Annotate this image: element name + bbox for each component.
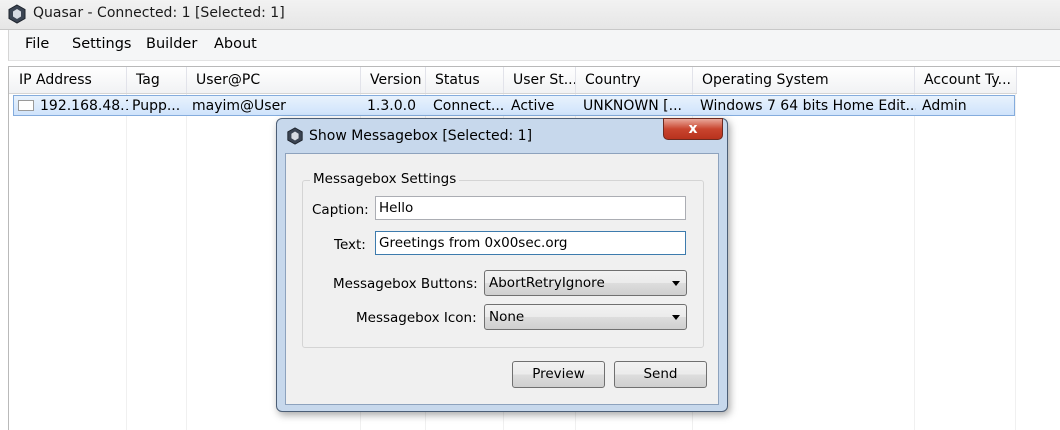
messagebox-icon-select[interactable]: None <box>484 304 687 330</box>
messagebox-dialog: Show Messagebox [Selected: 1] x Messageb… <box>276 118 728 412</box>
chevron-down-icon <box>672 315 680 320</box>
cell-os: Windows 7 64 bits Home Edit... <box>700 98 916 114</box>
caption-label: Caption: <box>312 202 369 218</box>
col-ip-address[interactable]: IP Address <box>9 67 127 93</box>
window-title-bar: Quasar - Connected: 1 [Selected: 1] <box>0 0 1060 30</box>
quasar-dialog-icon <box>287 127 303 145</box>
grid-line <box>126 94 127 430</box>
col-status[interactable]: Status <box>425 67 504 93</box>
chevron-down-icon <box>672 281 680 286</box>
col-country[interactable]: Country <box>575 67 693 93</box>
grid-line <box>186 94 187 430</box>
quasar-app-icon <box>8 4 26 24</box>
cell-user-status: Active <box>511 98 555 114</box>
window-title: Quasar - Connected: 1 [Selected: 1] <box>33 5 285 21</box>
dialog-body: Messagebox Settings Caption: Text: Messa… <box>285 153 719 405</box>
col-user-status[interactable]: User St... <box>503 67 576 93</box>
dialog-title: Show Messagebox [Selected: 1] <box>309 128 533 144</box>
col-user-pc[interactable]: User@PC <box>186 67 361 93</box>
close-icon: x <box>688 121 698 137</box>
text-label: Text: <box>334 237 366 253</box>
cell-tag: Pupp... <box>132 98 181 114</box>
cell-user: mayim@User <box>192 98 286 114</box>
preview-button[interactable]: Preview <box>512 361 605 388</box>
grid-line <box>1015 94 1016 430</box>
menu-about[interactable]: About <box>214 36 257 52</box>
menu-settings[interactable]: Settings <box>72 36 131 52</box>
messagebox-buttons-label: Messagebox Buttons: <box>333 276 478 292</box>
text-input[interactable] <box>375 231 686 255</box>
unknown-flag-icon <box>18 100 34 111</box>
messagebox-icon-value: None <box>489 309 525 325</box>
messagebox-buttons-select[interactable]: AbortRetryIgnore <box>484 270 687 296</box>
cell-status: Connect... <box>433 98 505 114</box>
cell-version: 1.3.0.0 <box>367 98 416 114</box>
messagebox-buttons-value: AbortRetryIgnore <box>489 275 605 291</box>
column-header-row: IP Address Tag User@PC Version Status Us… <box>9 67 1017 94</box>
caption-input[interactable] <box>375 196 686 220</box>
close-button[interactable]: x <box>663 118 723 140</box>
menu-bar: File Settings Builder About <box>8 30 1060 61</box>
messagebox-icon-label: Messagebox Icon: <box>356 310 477 326</box>
col-operating-system[interactable]: Operating System <box>692 67 915 93</box>
cell-account-type: Admin <box>922 98 967 114</box>
table-row[interactable]: 192.168.48.1 Pupp... mayim@User 1.3.0.0 … <box>13 95 1015 116</box>
col-account-type[interactable]: Account Ty... <box>914 67 1017 93</box>
menu-builder[interactable]: Builder <box>146 36 197 52</box>
grid-line <box>914 94 915 430</box>
cell-ip: 192.168.48.1 <box>40 98 128 114</box>
menu-file[interactable]: File <box>25 36 49 52</box>
col-tag[interactable]: Tag <box>126 67 187 93</box>
cell-country: UNKNOWN [... <box>583 98 682 114</box>
col-version[interactable]: Version <box>360 67 426 93</box>
group-label: Messagebox Settings <box>310 171 460 187</box>
send-button[interactable]: Send <box>614 361 707 388</box>
